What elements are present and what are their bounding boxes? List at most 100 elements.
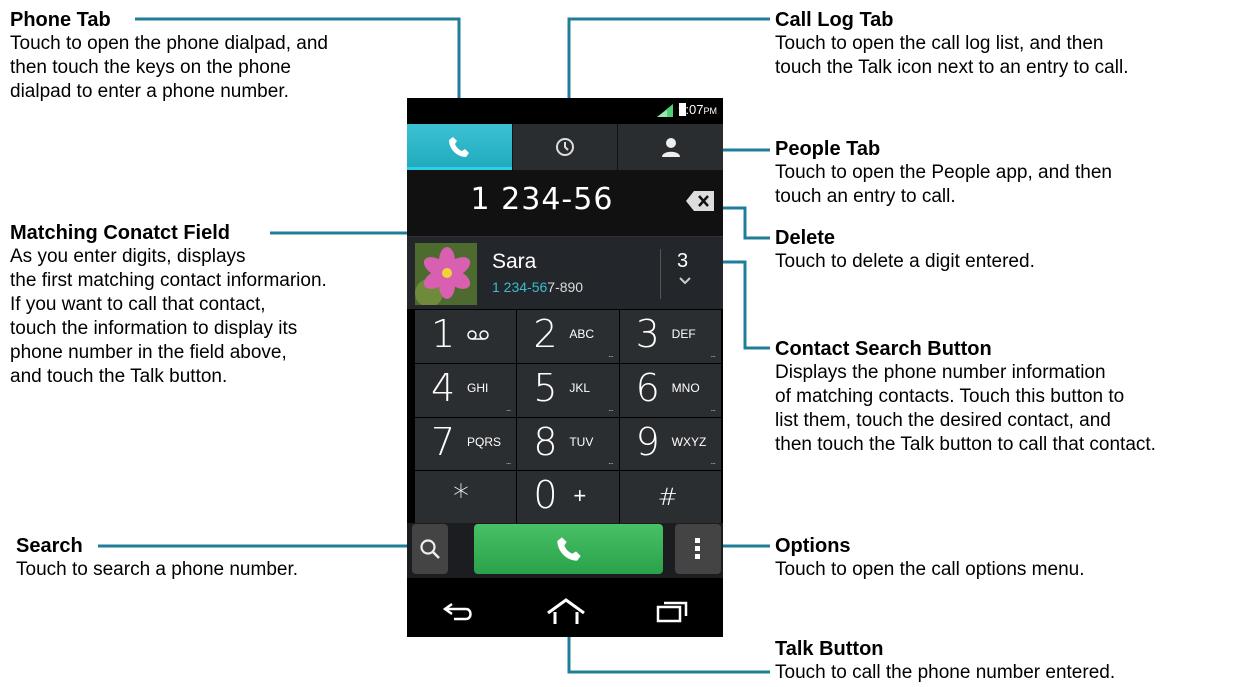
key-star[interactable]: * — [415, 471, 517, 524]
navigation-bar — [407, 584, 723, 637]
annotation-search: Search Touch to search a phone number. — [16, 534, 298, 582]
talk-button[interactable] — [474, 524, 663, 574]
key-dots: ... — [608, 348, 613, 359]
key-letters: TUV — [569, 434, 594, 449]
annotation-desc: As you enter digits, displays the first … — [10, 246, 327, 387]
key-letters: JKL — [569, 380, 591, 395]
dialer-tabs — [407, 124, 723, 170]
tab-phone[interactable] — [407, 124, 513, 170]
key-digit: 7 — [431, 419, 456, 464]
search-icon — [420, 539, 440, 559]
status-time: 9:07PM — [678, 102, 717, 117]
annotation-contact-search: Contact Search Button Displays the phone… — [775, 337, 1156, 457]
annotation-desc: Touch to open the call options menu. — [775, 559, 1085, 580]
key-2[interactable]: 2 ABC ... — [517, 310, 619, 363]
key-dots: ... — [710, 456, 715, 467]
search-button[interactable] — [412, 524, 448, 574]
dialpad: 1 2 ABC ... 3 DEF ... 4 GHI ... 5 JKL ..… — [415, 310, 721, 524]
key-dots: ... — [710, 402, 715, 413]
annotation-title: Search — [16, 535, 83, 557]
overflow-menu-icon — [695, 538, 700, 559]
recent-apps-icon[interactable] — [656, 599, 688, 623]
voicemail-icon — [467, 330, 489, 340]
annotation-options: Options Touch to open the call options m… — [775, 534, 1084, 582]
key-dots: ... — [505, 402, 511, 413]
annotation-title: Delete — [775, 227, 836, 249]
annotation-call-log-tab: Call Log Tab Touch to open the call log … — [775, 8, 1128, 80]
dial-number: 1 234-56 — [470, 182, 614, 217]
key-8[interactable]: 8 TUV ... — [517, 417, 619, 471]
backspace-icon[interactable] — [685, 190, 715, 212]
contact-divider — [660, 249, 661, 299]
key-digit: 3 — [635, 312, 660, 356]
person-icon — [661, 138, 680, 157]
home-icon[interactable] — [546, 597, 586, 624]
matching-contact-field[interactable]: Sara 1 234-567-890 3 — [407, 237, 723, 309]
annotation-title: Phone Tab — [10, 9, 111, 31]
options-button[interactable] — [675, 524, 721, 574]
key-digit: 1 — [431, 312, 456, 356]
annotation-desc: Touch to open the call log list, and the… — [775, 33, 1129, 78]
key-digit: 6 — [635, 365, 660, 410]
key-6[interactable]: 6 MNO ... — [619, 363, 721, 417]
tab-people[interactable] — [618, 124, 723, 170]
annotation-desc: Touch to open the People app, and then t… — [775, 162, 1112, 207]
key-letters: PQRS — [467, 434, 502, 449]
key-9[interactable]: 9 WXYZ ... — [619, 417, 721, 471]
clock-icon — [556, 138, 574, 156]
key-letters: GHI — [467, 380, 489, 395]
key-dots: ... — [608, 402, 613, 413]
annotation-desc: Displays the phone number information of… — [775, 362, 1156, 455]
annotation-delete: Delete Touch to delete a digit entered. — [775, 226, 1035, 274]
action-bar — [407, 523, 723, 578]
annotation-people-tab: People Tab Touch to open the People app,… — [775, 137, 1112, 209]
status-bar: 9:07PM — [407, 98, 723, 123]
annotation-title: Talk Button — [775, 638, 884, 660]
key-digit: 2 — [533, 312, 558, 356]
annotation-title: Contact Search Button — [775, 338, 992, 360]
contact-search-button[interactable]: 3 — [677, 250, 688, 273]
annotation-title: People Tab — [775, 138, 881, 160]
key-3[interactable]: 3 DEF ... — [619, 310, 721, 363]
key-hash[interactable]: # — [619, 471, 721, 524]
status-time-value: 9:07 — [678, 102, 704, 117]
signal-icon — [657, 104, 673, 117]
key-letters: ABC — [569, 327, 595, 341]
annotation-phone-tab: Phone Tab Touch to open the phone dialpa… — [10, 8, 328, 104]
contact-name: Sara — [492, 250, 537, 273]
contact-photo — [415, 243, 477, 305]
key-digit: * — [453, 477, 469, 516]
dial-number-field[interactable]: 1 234-56 — [407, 170, 723, 237]
annotation-title: Call Log Tab — [775, 9, 894, 31]
key-letters: WXYZ — [671, 434, 707, 449]
annotation-desc: Touch to search a phone number. — [16, 559, 299, 580]
back-icon[interactable] — [442, 600, 476, 622]
chevron-down-icon[interactable] — [679, 277, 691, 285]
key-digit: 5 — [533, 365, 558, 410]
key-digit: # — [657, 483, 678, 512]
key-letters: + — [573, 483, 587, 509]
key-dots: ... — [608, 456, 613, 467]
key-letters: DEF — [671, 327, 696, 341]
annotation-title: Options — [775, 535, 851, 557]
annotation-title: Matching Conatct Field — [10, 222, 230, 244]
key-digit: 8 — [533, 419, 558, 464]
key-digit: 9 — [635, 419, 660, 464]
key-dots: ... — [505, 456, 511, 467]
contact-number: 1 234-567-890 — [492, 279, 583, 295]
key-1[interactable]: 1 — [415, 310, 517, 363]
key-dots: ... — [710, 348, 715, 359]
key-0[interactable]: 0 + — [517, 471, 619, 524]
contact-number-match: 1 234-56 — [492, 279, 548, 295]
phone-screen: 9:07PM 1 234-56 Sara 1 234-567-890 3 1 2… — [407, 98, 723, 637]
annotation-talk: Talk Button Touch to call the phone numb… — [775, 637, 1115, 685]
key-5[interactable]: 5 JKL ... — [517, 363, 619, 417]
phone-icon — [449, 137, 470, 157]
key-digit: 0 — [533, 473, 558, 518]
annotation-desc: Touch to delete a digit entered. — [775, 251, 1035, 272]
key-4[interactable]: 4 GHI ... — [415, 363, 517, 417]
key-7[interactable]: 7 PQRS ... — [415, 417, 517, 471]
status-time-ampm: PM — [703, 106, 718, 116]
tab-call-log[interactable] — [513, 124, 619, 170]
key-letters: MNO — [671, 380, 700, 395]
